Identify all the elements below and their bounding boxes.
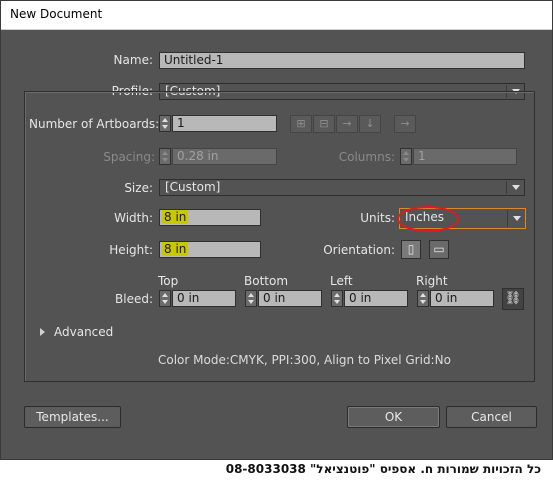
height-input[interactable]: 8 in bbox=[159, 241, 261, 258]
red-annotation-circle bbox=[397, 206, 459, 232]
orientation-label: Orientation: bbox=[323, 243, 395, 257]
bleed-top-stepper[interactable] bbox=[159, 290, 171, 307]
size-label: Size: bbox=[124, 181, 153, 195]
bleed-left-label: Left bbox=[330, 274, 353, 288]
height-label: Height: bbox=[109, 243, 153, 257]
grid-by-column-icon[interactable]: ⊟ bbox=[313, 115, 335, 133]
disclosure-triangle-icon[interactable] bbox=[40, 328, 45, 336]
link-icon[interactable]: ⛓ bbox=[502, 288, 524, 310]
size-value: [Custom] bbox=[165, 180, 221, 194]
arrange-by-row-icon[interactable]: → bbox=[336, 115, 358, 133]
height-value: 8 in bbox=[162, 242, 189, 256]
landscape-orientation-icon[interactable]: ▭ bbox=[429, 240, 449, 259]
name-input[interactable]: Untitled-1 bbox=[159, 52, 525, 69]
templates-button[interactable]: Templates... bbox=[24, 406, 121, 428]
bleed-right-label: Right bbox=[416, 274, 448, 288]
bleed-left-input[interactable]: 0 in bbox=[344, 290, 408, 307]
width-input[interactable]: 8 in bbox=[159, 209, 261, 226]
document-summary: Color Mode:CMYK, PPI:300, Align to Pixel… bbox=[158, 353, 451, 367]
arrange-by-column-icon[interactable]: ↓ bbox=[359, 115, 381, 133]
ok-button[interactable]: OK bbox=[347, 406, 440, 428]
bleed-right-stepper[interactable] bbox=[417, 290, 429, 307]
portrait-orientation-icon[interactable]: ▯ bbox=[401, 240, 421, 259]
bleed-left-stepper[interactable] bbox=[331, 290, 343, 307]
new-document-dialog: New Document Name: Untitled-1 Profile: [… bbox=[0, 0, 553, 460]
units-label: Units: bbox=[360, 211, 395, 225]
cancel-button[interactable]: Cancel bbox=[446, 406, 537, 428]
chevron-down-icon bbox=[512, 185, 520, 190]
bleed-bottom-label: Bottom bbox=[244, 274, 289, 288]
artboards-input[interactable]: 1 bbox=[172, 115, 277, 132]
window-title: New Document bbox=[10, 7, 103, 21]
bleed-right-input[interactable]: 0 in bbox=[430, 290, 494, 307]
bleed-label: Bleed: bbox=[115, 292, 153, 306]
artboards-label: Number of Artboards: bbox=[29, 117, 160, 131]
bleed-bottom-stepper[interactable] bbox=[245, 290, 257, 307]
bleed-top-input[interactable]: 0 in bbox=[172, 290, 236, 307]
bleed-top-label: Top bbox=[158, 274, 179, 288]
columns-input[interactable]: 1 bbox=[413, 148, 517, 165]
chevron-down-icon bbox=[513, 216, 521, 221]
right-to-left-icon[interactable]: → bbox=[394, 115, 416, 133]
columns-label: Columns: bbox=[338, 150, 395, 164]
width-value: 8 in bbox=[162, 210, 189, 224]
name-label: Name: bbox=[113, 53, 153, 67]
size-dropdown[interactable]: [Custom] bbox=[159, 179, 525, 196]
spacing-input[interactable]: 0.28 in bbox=[172, 148, 277, 165]
artboards-stepper[interactable] bbox=[159, 115, 171, 132]
copyright-caption: כל הזכויות שמורות ח. אספיס "פוטנציאל" 08… bbox=[60, 458, 553, 480]
width-label: Width: bbox=[114, 211, 153, 225]
bleed-bottom-input[interactable]: 0 in bbox=[258, 290, 322, 307]
spacing-label: Spacing: bbox=[103, 150, 155, 164]
advanced-toggle[interactable]: Advanced bbox=[54, 325, 113, 339]
title-bar: New Document bbox=[1, 1, 552, 30]
spacing-stepper[interactable] bbox=[159, 148, 171, 165]
grid-by-row-icon[interactable]: ⊞ bbox=[290, 115, 312, 133]
columns-stepper[interactable] bbox=[400, 148, 412, 165]
